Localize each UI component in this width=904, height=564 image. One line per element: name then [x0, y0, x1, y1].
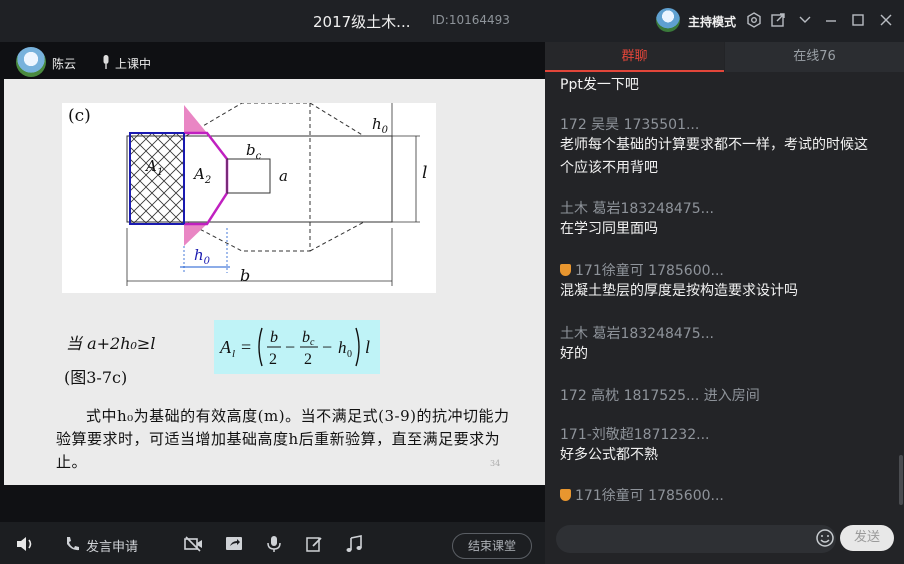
screen-share-icon[interactable] — [225, 535, 243, 557]
microphone-icon — [100, 54, 112, 74]
phone-icon[interactable] — [64, 535, 80, 557]
label-a1: A1 — [146, 157, 164, 178]
message-sender: 土木 葛岩183248475... — [560, 326, 714, 342]
message-sender: 土木 葛岩183248475... — [560, 201, 714, 217]
chat-scrollbar[interactable] — [899, 455, 903, 505]
minimize-icon[interactable] — [823, 12, 839, 28]
label-bc: bc — [246, 141, 262, 162]
tab-group-chat[interactable]: 群聊 — [545, 42, 724, 72]
svg-text:l: l — [365, 337, 370, 357]
message-sender: 171-刘敬超1871232... — [560, 427, 710, 443]
settings-icon[interactable] — [746, 12, 762, 28]
label-a: a — [279, 167, 288, 185]
svg-text:l: l — [232, 348, 235, 360]
slide-formula: A l = b 2 − b c 2 − h 0 l — [214, 320, 380, 374]
svg-text:−: − — [322, 337, 332, 357]
window-title: 2017级土木... — [313, 13, 411, 31]
chat-message: 土木 葛岩183248475... 好的 — [560, 323, 880, 366]
dropdown-icon[interactable] — [797, 12, 813, 28]
label-l: l — [422, 163, 428, 183]
edit-icon[interactable] — [305, 535, 323, 557]
svg-text:c: c — [310, 337, 315, 348]
chat-message: 172 吴昊 1735501... 老师每个基础的计算要求都不一样，考试的时候这… — [560, 114, 880, 180]
emoji-icon[interactable] — [815, 528, 835, 548]
medal-icon — [560, 264, 571, 276]
chat-message: 172 高枕 1817525... 进入房间 — [560, 385, 880, 405]
figure-label: (c) — [68, 106, 91, 126]
message-text: 好多公式都不熟 — [560, 447, 658, 463]
slide-condition: 当 a+2h₀≥l — [66, 334, 156, 353]
message-text: 在学习同里面吗 — [560, 221, 658, 237]
presenter-name: 陈云 — [52, 57, 77, 71]
label-a2: A2 — [194, 165, 212, 186]
label-b: b — [240, 266, 251, 285]
presenter-avatar[interactable] — [16, 47, 46, 77]
chat-messages: Ppt发一下吧 172 吴昊 1735501... 老师每个基础的计算要求都不一… — [560, 72, 880, 512]
presenter-bar — [0, 42, 545, 79]
mic-icon[interactable] — [266, 535, 282, 557]
message-text: 老师每个基础的计算要求都不一样，考试的时候这个应该不用背吧 — [560, 137, 868, 176]
apply-speak-button[interactable]: 发言申请 — [86, 536, 138, 555]
message-text: 好的 — [560, 346, 588, 362]
message-sender: 172 吴昊 1735501... — [560, 117, 700, 133]
message-text: 混凝土垫层的厚度是按构造要求设计吗 — [560, 283, 798, 299]
chat-message: 171-刘敬超1871232... 好多公式都不熟 — [560, 424, 880, 467]
send-button[interactable]: 发送 — [840, 525, 894, 551]
slide-figure: (c) A1 A2 bc a h0 l h0 b — [62, 103, 436, 293]
message-sender: 171徐童可 1785600... — [575, 488, 724, 504]
maximize-icon[interactable] — [850, 12, 866, 28]
svg-text:b: b — [302, 329, 310, 346]
message-text: Ppt发一下吧 — [560, 77, 639, 93]
music-icon[interactable] — [345, 535, 363, 557]
chat-message: 土木 葛岩183248475... 在学习同里面吗 — [560, 198, 880, 241]
svg-text:−: − — [285, 337, 295, 357]
label-h0-top: h0 — [372, 115, 389, 136]
svg-text:b: b — [270, 329, 278, 346]
svg-text:h: h — [338, 338, 347, 357]
slide-figure-ref: (图3-7c) — [64, 368, 128, 387]
host-mode-label[interactable]: 主持模式 — [688, 13, 736, 30]
share-out-icon[interactable] — [770, 12, 786, 28]
message-sender: 171徐童可 1785600... — [575, 263, 724, 279]
tab-online[interactable]: 在线76 — [725, 42, 904, 72]
medal-icon — [560, 489, 571, 501]
svg-text:=: = — [241, 337, 251, 357]
label-h0-bottom: h0 — [194, 246, 211, 267]
slide-page-number: 34 — [490, 459, 501, 468]
slide-paragraph: 式中h₀为基础的有效高度(m)。当不满足式(3-9)的抗冲切能力验算要求时，可适… — [56, 407, 510, 471]
chat-message: 171徐童可 1785600... 混凝土垫层的厚度是按构造要求设计吗 — [560, 260, 880, 303]
svg-text:0: 0 — [347, 349, 352, 360]
message-system: 172 高枕 1817525... 进入房间 — [560, 388, 760, 404]
camera-off-icon[interactable] — [184, 535, 204, 557]
host-avatar[interactable] — [656, 8, 680, 32]
svg-text:2: 2 — [269, 351, 277, 368]
speaker-icon[interactable] — [15, 535, 35, 557]
end-class-button[interactable]: 结束课堂 — [452, 533, 532, 559]
svg-text:A: A — [219, 337, 232, 357]
close-icon[interactable] — [878, 12, 894, 28]
chat-input[interactable] — [556, 525, 836, 553]
room-id: ID:10164493 — [432, 13, 510, 27]
chat-message: 171徐童可 1785600... — [560, 485, 880, 505]
class-status: 上课中 — [115, 57, 152, 71]
svg-text:2: 2 — [304, 351, 312, 368]
chat-message: Ppt发一下吧 — [560, 74, 880, 97]
